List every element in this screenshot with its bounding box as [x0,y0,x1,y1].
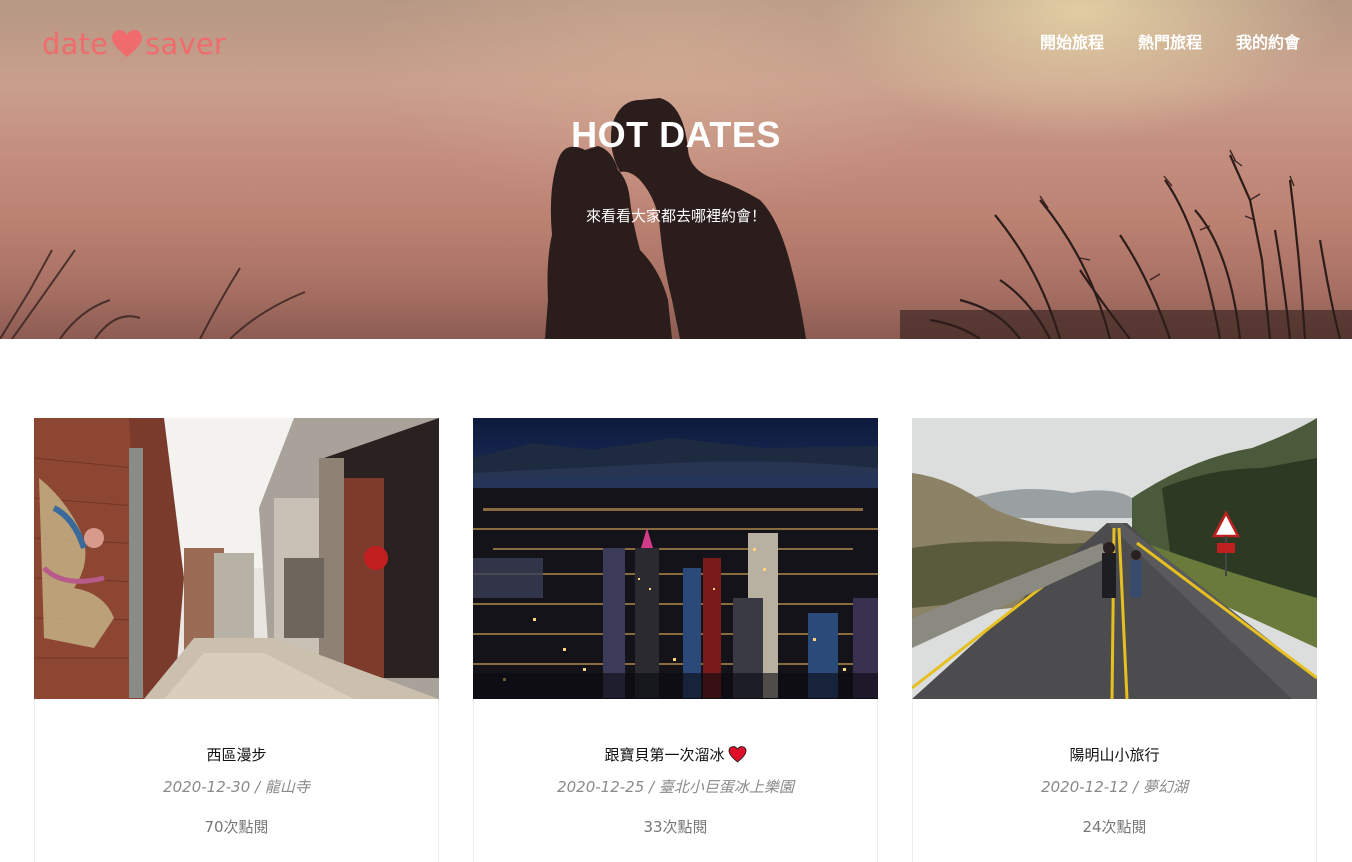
heart-icon [112,30,143,57]
card-views: 33次點閱 [643,818,708,836]
card-date: 2020-12-25 [557,778,645,796]
card-location: 夢幻湖 [1142,778,1188,796]
card-views: 24次點閱 [1082,818,1147,836]
page-subtitle: 來看看大家都去哪裡約會！ [585,207,766,225]
hero-banner: date saver 開始旅程 熱門旅程 我的約會 HOT DATES 來看看大… [0,0,1352,339]
card-date: 2020-12-30 [163,778,251,796]
card-location: 龍山寺 [264,778,310,796]
card-title-text: 陽明山小旅行 [1069,746,1160,764]
card-title[interactable]: 陽明山小旅行 [913,744,1316,765]
card-date: 2020-12-12 [1041,778,1129,796]
card-meta: 2020-12-30 / 龍山寺 [163,778,310,796]
card-image-mountain-road[interactable] [912,418,1317,699]
card-location: 臺北小巨蛋冰上樂園 [658,778,794,796]
nav-hot-trips[interactable]: 熱門旅程 [1138,32,1202,54]
red-heart-icon [728,746,746,763]
card-views: 70次點閱 [204,818,269,836]
page-title: HOT DATES [571,114,781,155]
card-title[interactable]: 跟寶貝第一次溜冰 [474,744,877,765]
card-title-text: 西區漫步 [206,746,267,764]
card-image-street[interactable] [34,418,439,699]
logo-text-date: date [42,27,109,61]
nav-my-dates[interactable]: 我的約會 [1236,32,1300,54]
date-card[interactable]: 西區漫步 2020-12-30 / 龍山寺 70次點閱 [34,418,439,862]
card-title[interactable]: 西區漫步 [35,744,438,765]
nav-start-trip[interactable]: 開始旅程 [1040,32,1104,54]
card-meta: 2020-12-12 / 夢幻湖 [1041,778,1188,796]
date-card[interactable]: 陽明山小旅行 2020-12-12 / 夢幻湖 24次點閱 [912,418,1317,862]
logo-text-saver: saver [145,27,227,61]
logo[interactable]: date saver [42,26,226,62]
card-image-city-night[interactable] [473,418,878,699]
date-card[interactable]: 跟寶貝第一次溜冰 2020-12-25 / 臺北小巨蛋冰上樂園 33次點閱 [473,418,878,862]
card-meta: 2020-12-25 / 臺北小巨蛋冰上樂園 [557,778,794,796]
main-nav: 開始旅程 熱門旅程 我的約會 [1040,32,1300,54]
card-title-text: 跟寶貝第一次溜冰 [604,746,725,764]
